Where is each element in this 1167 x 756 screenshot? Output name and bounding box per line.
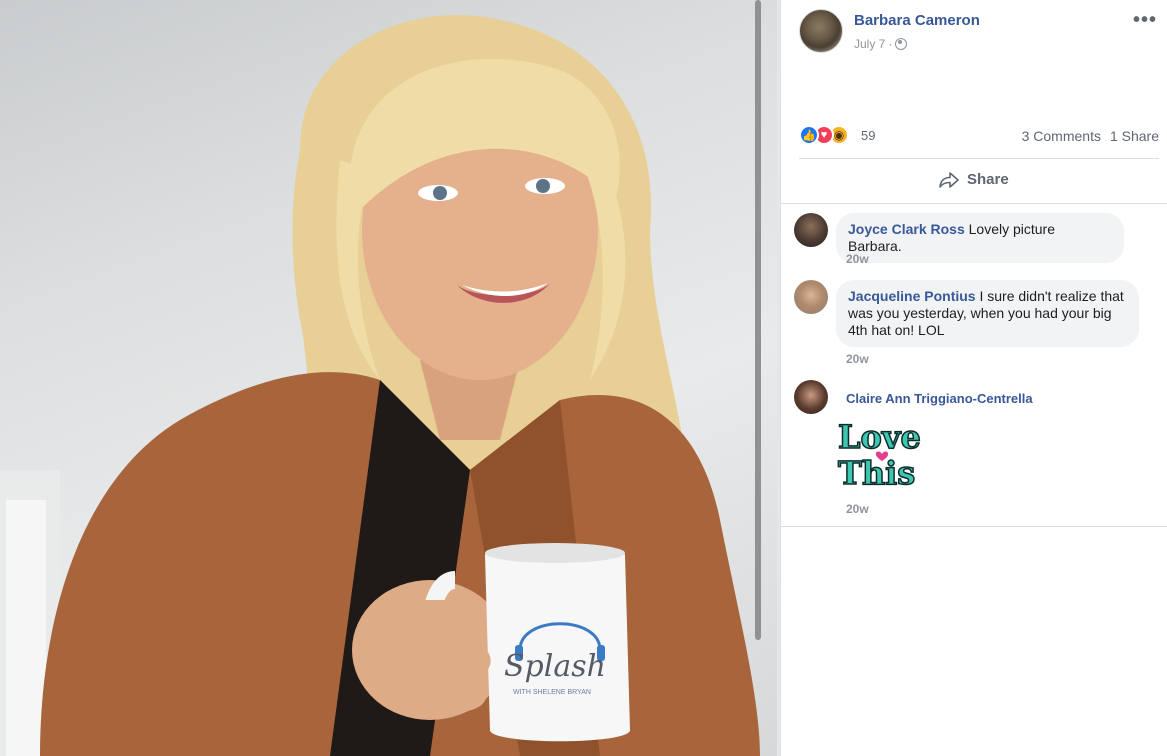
commenter-avatar[interactable] (794, 213, 828, 247)
mug-text-sub: WITH SHELENE BRYAN (513, 689, 591, 696)
commenter-avatar[interactable] (794, 280, 828, 314)
comment: Jacqueline Pontius I sure didn't realize… (794, 280, 1157, 370)
reaction-count[interactable]: 59 (861, 128, 875, 143)
meta-separator: · (888, 37, 893, 51)
comment-time[interactable]: 20w (846, 352, 869, 366)
sticker-line-1: Love (838, 418, 921, 456)
post-meta: July 7 · (854, 37, 908, 51)
reaction-icons[interactable]: 👍 ♥ ◉ (799, 125, 849, 145)
shares-count[interactable]: 1 Share (1110, 128, 1159, 144)
post-header: Barbara Cameron July 7 · ••• (799, 9, 1167, 57)
facebook-photo-viewer: Splash WITH SHELENE BRYAN Barbara Camero… (0, 0, 1167, 756)
commenter-avatar[interactable] (794, 380, 828, 414)
comment: Claire Ann Triggiano-Centrella Love This… (794, 380, 1157, 520)
share-label: Share (967, 171, 1009, 188)
engagement-counts: 3 Comments 1 Share (1022, 128, 1159, 144)
commenter-name[interactable]: Jacqueline Pontius (848, 288, 976, 304)
share-icon (939, 171, 959, 188)
comment-time[interactable]: 20w (846, 502, 869, 516)
reactions-bar: 👍 ♥ ◉ 59 3 Comments 1 Share (799, 124, 1159, 152)
post-date[interactable]: July 7 (854, 37, 885, 51)
photo-illustration: Splash WITH SHELENE BRYAN (0, 15, 760, 756)
commenter-name[interactable]: Joyce Clark Ross (848, 221, 965, 237)
love-this-sticker[interactable]: Love This (836, 414, 924, 488)
globe-icon[interactable] (895, 38, 908, 50)
share-button[interactable]: Share (939, 171, 1009, 188)
commenter-name[interactable]: Claire Ann Triggiano-Centrella (846, 391, 1033, 406)
comments-count[interactable]: 3 Comments (1022, 128, 1101, 144)
post-details-panel: Barbara Cameron July 7 · ••• 👍 ♥ ◉ 59 3 … (780, 0, 1167, 756)
divider (781, 526, 1167, 527)
photo-scrollbar[interactable] (755, 0, 761, 640)
post-photo[interactable]: Splash WITH SHELENE BRYAN (0, 0, 780, 756)
author-name[interactable]: Barbara Cameron (854, 12, 980, 29)
author-avatar[interactable] (799, 9, 843, 53)
divider (799, 158, 1159, 159)
comment-time[interactable]: 20w (846, 252, 869, 266)
more-options-icon[interactable]: ••• (1133, 9, 1157, 32)
comment-bubble: Jacqueline Pontius I sure didn't realize… (836, 280, 1139, 347)
comment-bubble: Joyce Clark Ross Lovely picture Barbara. (836, 213, 1124, 263)
comment: Joyce Clark Ross Lovely picture Barbara.… (794, 213, 1157, 273)
sticker-line-2: This (838, 454, 915, 488)
divider (781, 203, 1167, 204)
mug-text-main: Splash (504, 649, 606, 684)
like-icon: 👍 (799, 125, 819, 145)
